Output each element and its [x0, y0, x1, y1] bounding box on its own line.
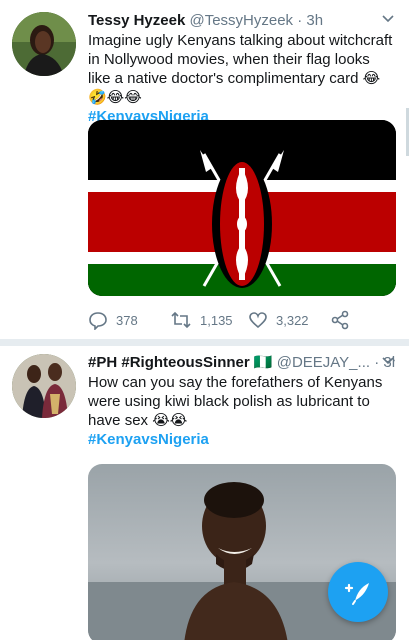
compose-tweet-icon [344, 583, 369, 605]
author-name[interactable]: #PH #RighteousSinner 🇳🇬 [88, 354, 273, 371]
tweet-actions: 378 1,135 3,322 [88, 308, 396, 332]
tweet-body: Imagine ugly Kenyans talking about witch… [88, 32, 393, 106]
retweet-count: 1,135 [200, 312, 233, 328]
reply-icon [89, 312, 107, 330]
share-icon [331, 310, 349, 330]
chevron-down-icon[interactable] [381, 10, 395, 32]
kenya-flag-image [88, 120, 396, 296]
share-button[interactable] [330, 308, 358, 332]
separator-dot: · [297, 12, 303, 29]
reply-button[interactable]: 378 [88, 308, 138, 332]
avatar[interactable] [12, 354, 76, 418]
tweet-header: Tessy Hyzeek @TessyHyzeek · 3h [88, 10, 395, 32]
retweet-icon [171, 311, 191, 329]
compose-tweet-button[interactable] [328, 562, 388, 622]
tweet-text: Imagine ugly Kenyans talking about witch… [88, 31, 393, 126]
tweet-media-kenya-flag[interactable] [88, 120, 396, 296]
chevron-down-icon[interactable] [381, 352, 395, 374]
author-handle[interactable]: @TessyHyzeek [189, 12, 293, 29]
tweet-body: How can you say the forefathers of Kenya… [88, 374, 383, 429]
author-handle[interactable]: @DEEJAY_... [277, 354, 370, 371]
tweet-header: #PH #RighteousSinner 🇳🇬 @DEEJAY_... · 3h [88, 352, 395, 374]
avatar[interactable] [12, 12, 76, 76]
like-button[interactable]: 3,322 [248, 308, 309, 332]
tweet-text: How can you say the forefathers of Kenya… [88, 373, 393, 449]
avatar-image [12, 12, 76, 76]
timestamp[interactable]: 3h [306, 12, 323, 29]
retweet-button[interactable]: 1,135 [170, 308, 233, 332]
tweet[interactable]: Tessy Hyzeek @TessyHyzeek · 3h Imagine u… [0, 0, 409, 340]
reply-count: 378 [116, 312, 138, 328]
avatar-image [12, 354, 76, 418]
like-count: 3,322 [276, 312, 309, 328]
separator-dot: · [374, 354, 380, 371]
heart-icon [249, 312, 267, 329]
hashtag-link[interactable]: #KenyavsNigeria [88, 430, 393, 449]
author-name[interactable]: Tessy Hyzeek [88, 12, 185, 29]
